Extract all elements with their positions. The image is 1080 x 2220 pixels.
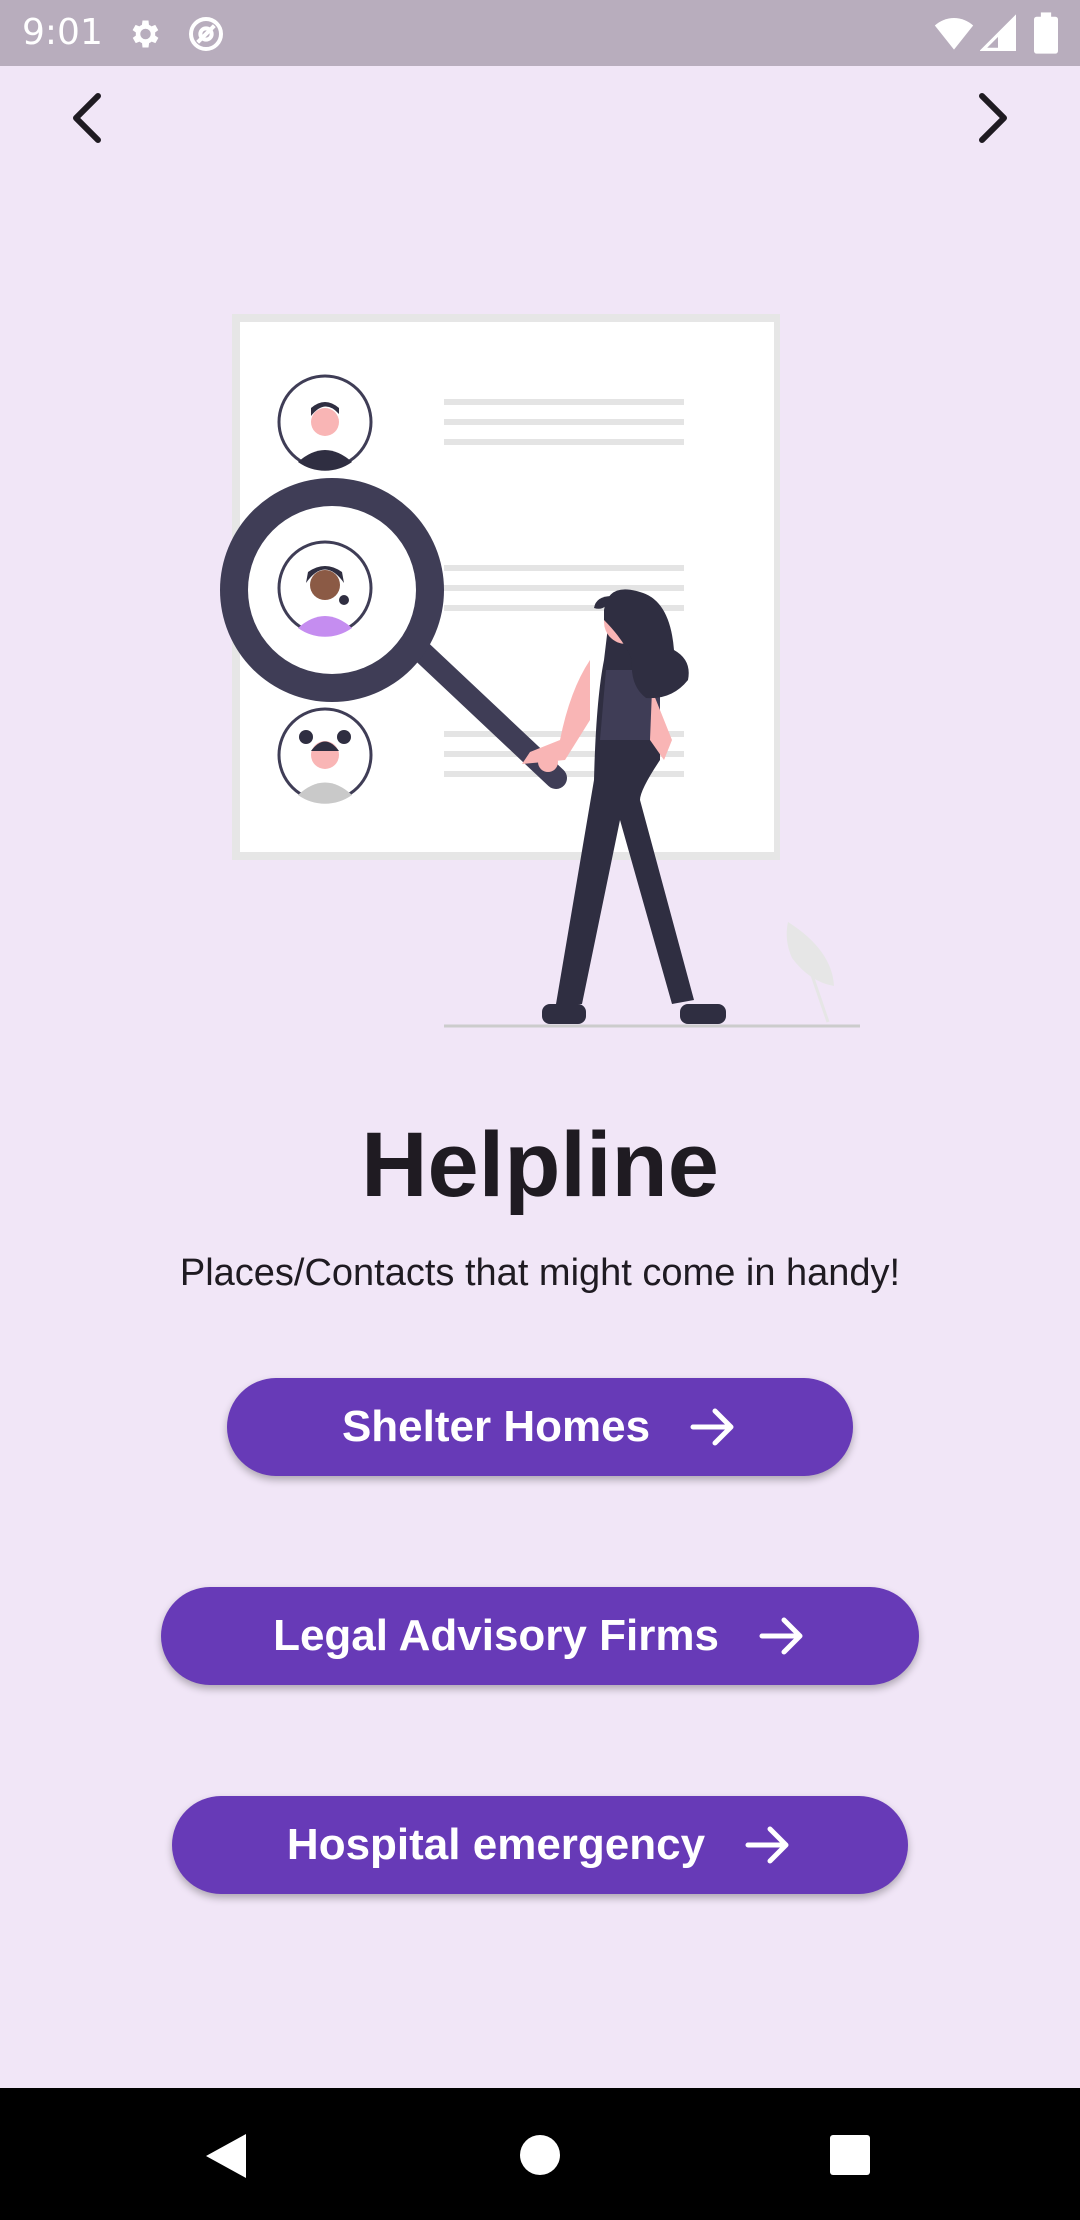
arrow-right-icon bbox=[745, 1826, 789, 1864]
back-triangle-icon[interactable] bbox=[204, 2132, 248, 2180]
chevron-right-icon[interactable] bbox=[960, 88, 1020, 148]
legal-advisory-firms-label: Legal Advisory Firms bbox=[273, 1611, 719, 1660]
page-subtitle: Places/Contacts that might come in handy… bbox=[179, 1252, 901, 1294]
home-circle-icon[interactable] bbox=[519, 2134, 561, 2176]
helpline-search-illustration bbox=[220, 314, 860, 1028]
arrow-right-icon bbox=[690, 1408, 734, 1446]
status-time: 9:01 bbox=[22, 12, 103, 53]
legal-advisory-firms-button[interactable]: Legal Advisory Firms bbox=[161, 1587, 919, 1685]
chevron-left-icon[interactable] bbox=[60, 88, 120, 148]
status-bar: 9:01 bbox=[0, 0, 1080, 66]
hospital-emergency-label: Hospital emergency bbox=[286, 1820, 706, 1869]
battery-icon bbox=[1034, 12, 1058, 54]
system-navigation-bar bbox=[0, 2088, 1080, 2220]
at-sign-icon bbox=[189, 17, 223, 51]
shelter-homes-label: Shelter Homes bbox=[341, 1402, 651, 1451]
settings-icon bbox=[132, 20, 159, 48]
wifi-icon bbox=[934, 18, 974, 50]
signal-icon bbox=[980, 14, 1016, 51]
shelter-homes-button[interactable]: Shelter Homes bbox=[227, 1378, 853, 1476]
page-title: Helpline bbox=[361, 1114, 719, 1216]
arrow-right-icon bbox=[759, 1617, 803, 1655]
recents-square-icon[interactable] bbox=[829, 2134, 871, 2176]
hospital-emergency-button[interactable]: Hospital emergency bbox=[172, 1796, 908, 1894]
